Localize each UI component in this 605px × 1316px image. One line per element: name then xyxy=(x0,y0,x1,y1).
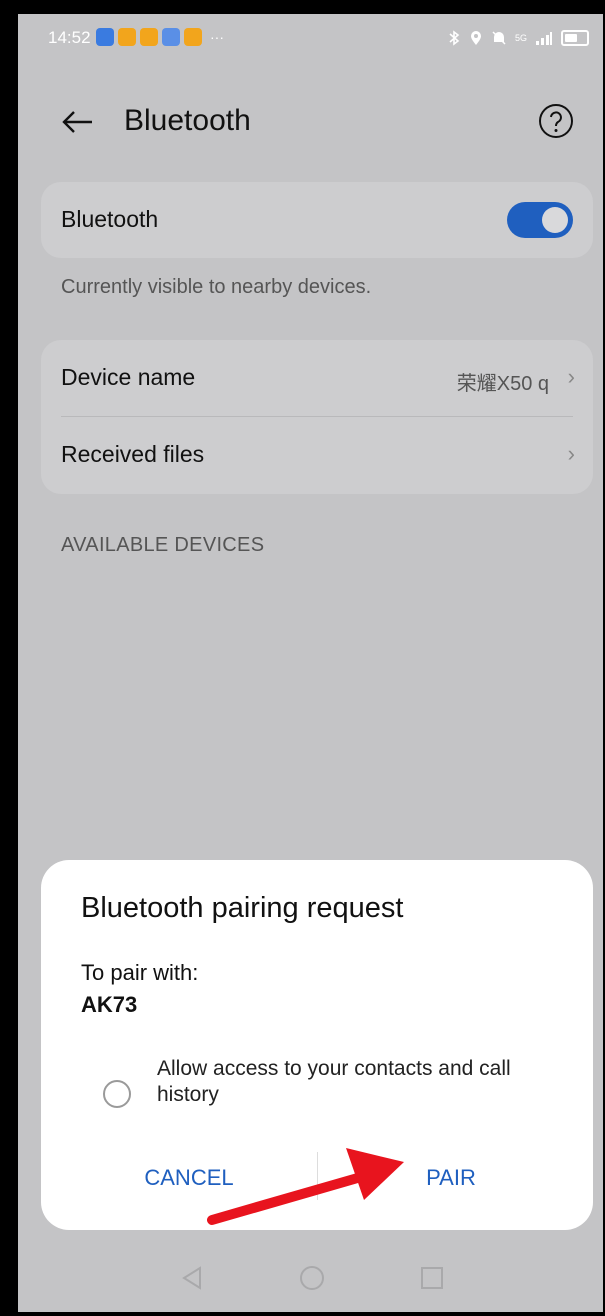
device-settings-card: Device name 荣耀X50 q › Received files › xyxy=(41,340,593,494)
arrow-left-icon[interactable] xyxy=(58,102,98,142)
received-files-row[interactable]: Received files › xyxy=(41,417,593,494)
cancel-button[interactable]: CANCEL xyxy=(69,1156,309,1200)
pairing-dialog: Bluetooth pairing request To pair with: … xyxy=(41,860,593,1230)
bluetooth-icon xyxy=(449,30,460,46)
page-title: Bluetooth xyxy=(124,104,251,137)
visibility-note: Currently visible to nearby devices. xyxy=(61,276,372,298)
weibo-app-icon xyxy=(140,28,158,46)
phone-screen: 14:52 ··· 5G Bluetooth Bluetooth Current… xyxy=(18,14,603,1312)
contacts-access-label[interactable]: Allow access to your contacts and call h… xyxy=(157,1056,557,1108)
mail-app-icon xyxy=(162,28,180,46)
pair-with-label: To pair with: xyxy=(81,960,199,985)
notification-icons: ··· xyxy=(96,28,224,46)
signal-icon xyxy=(536,32,552,45)
music-app-icon xyxy=(96,28,114,46)
status-icons: 5G xyxy=(447,30,589,46)
switch-knob xyxy=(542,207,568,233)
home-circle-icon[interactable] xyxy=(292,1258,332,1298)
status-time: 14:52 xyxy=(48,28,91,47)
chevron-right-icon: › xyxy=(567,364,575,389)
weibo-app-icon xyxy=(184,28,202,46)
device-name-value: 荣耀X50 q xyxy=(456,373,549,395)
received-files-label: Received files xyxy=(61,441,205,467)
app-header: Bluetooth xyxy=(18,94,603,154)
device-name-row[interactable]: Device name 荣耀X50 q › xyxy=(41,340,593,416)
status-bar: 14:52 ··· 5G xyxy=(18,14,603,70)
available-devices-header: AVAILABLE DEVICES xyxy=(61,534,265,556)
pair-button[interactable]: PAIR xyxy=(331,1156,571,1200)
bluetooth-toggle-row[interactable]: Bluetooth xyxy=(41,182,593,258)
more-notifications-icon: ··· xyxy=(210,29,224,45)
mute-icon xyxy=(492,31,506,45)
location-icon xyxy=(470,31,481,45)
bluetooth-switch[interactable] xyxy=(507,202,573,238)
question-circle-icon[interactable] xyxy=(537,102,575,140)
back-triangle-icon[interactable] xyxy=(172,1258,212,1298)
contacts-access-checkbox[interactable] xyxy=(103,1080,131,1108)
button-divider xyxy=(317,1152,318,1200)
dialog-title: Bluetooth pairing request xyxy=(81,892,404,924)
weibo-app-icon xyxy=(118,28,136,46)
signal-5g-label: 5G xyxy=(514,33,527,43)
chevron-right-icon: › xyxy=(567,441,575,466)
battery-icon xyxy=(561,30,589,46)
navigation-bar xyxy=(18,1244,603,1312)
device-id: AK73 xyxy=(81,992,138,1017)
recents-square-icon[interactable] xyxy=(412,1258,452,1298)
bluetooth-toggle-label: Bluetooth xyxy=(61,206,159,232)
device-name-label: Device name xyxy=(61,364,196,390)
